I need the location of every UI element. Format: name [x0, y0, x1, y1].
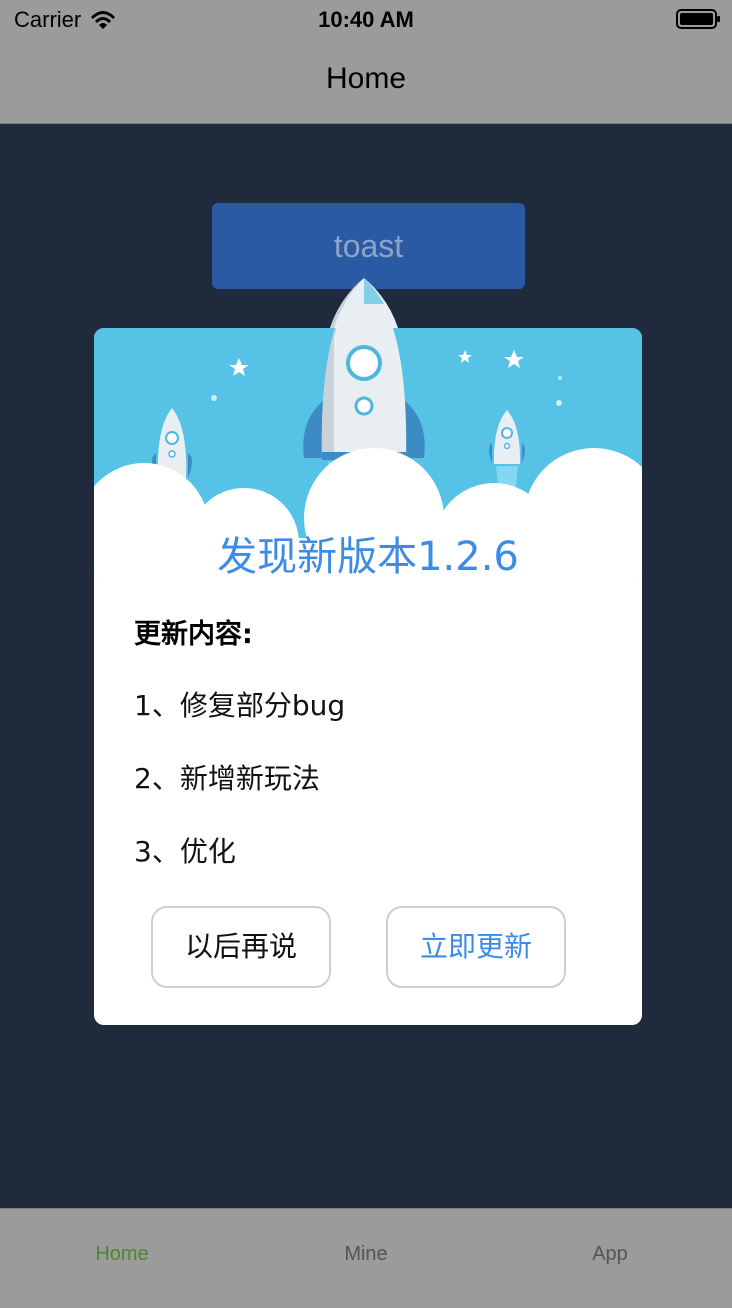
- dialog-header: 发现新版本1.2.6: [94, 278, 642, 581]
- toast-button[interactable]: toast: [212, 203, 525, 289]
- tab-mine[interactable]: Mine: [244, 1243, 488, 1266]
- update-now-button[interactable]: 立即更新: [386, 906, 566, 988]
- page-title: Home: [325, 62, 407, 95]
- status-bar: Carrier 10:40 AM: [0, 0, 732, 38]
- changelog-item: 2、新增新玩法: [134, 762, 320, 795]
- battery-icon: [676, 9, 720, 29]
- status-time: 10:40 AM: [318, 7, 414, 32]
- changelog-item: 3、优化: [134, 835, 236, 868]
- changelog-item: 1、修复部分bug: [134, 689, 346, 722]
- tab-app[interactable]: App: [488, 1243, 732, 1266]
- tab-home[interactable]: Home: [0, 1243, 244, 1266]
- navigation-bar: Home: [0, 38, 732, 124]
- update-dialog: 发现新版本1.2.6 更新内容: 1、修复部分bug 2、新增新玩法 3、优化 …: [94, 278, 642, 1025]
- changelog-heading: 更新内容:: [134, 619, 253, 650]
- dialog-title: 发现新版本1.2.6: [217, 534, 519, 580]
- tab-bar: Home Mine App: [0, 1208, 732, 1308]
- later-button[interactable]: 以后再说: [151, 906, 331, 988]
